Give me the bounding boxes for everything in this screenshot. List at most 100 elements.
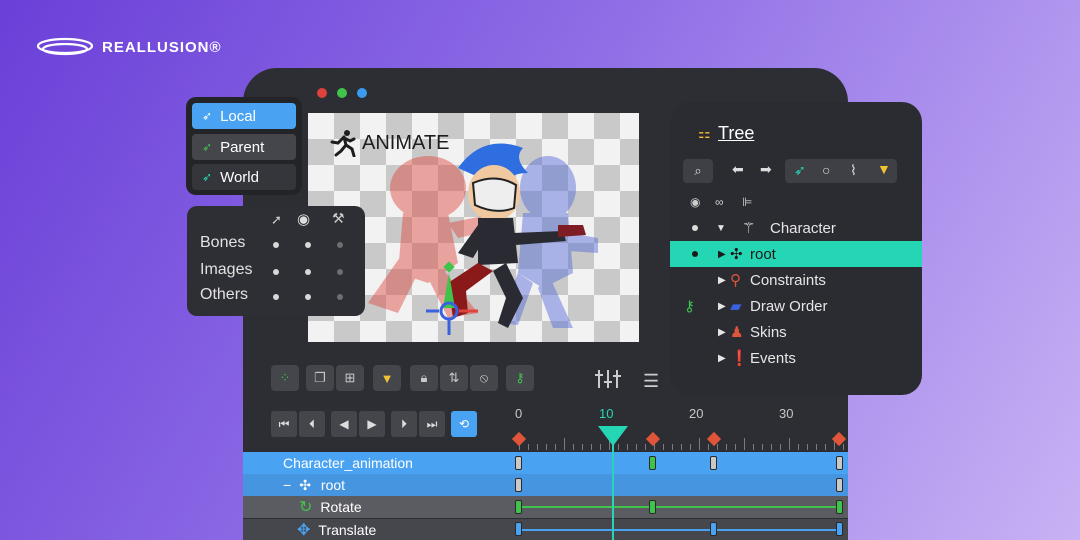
ruler-tick [735, 444, 736, 450]
translate-icon: ✥ [297, 522, 311, 539]
track-keyframe[interactable] [515, 478, 522, 492]
hierarchy-column-icon: ⊫ [742, 195, 753, 209]
visibility-toggle[interactable] [337, 269, 343, 275]
expand-right-icon[interactable]: ▶ [718, 301, 726, 312]
loop-button[interactable]: ⟲ [451, 411, 477, 437]
mute-icon: ⦸ [479, 370, 489, 385]
track-keyframe[interactable] [649, 456, 656, 470]
expand-right-icon[interactable]: ▶ [718, 249, 726, 260]
ruler-tick [825, 444, 826, 450]
track-keyframe[interactable] [515, 522, 522, 536]
search-button[interactable]: ⌕ [683, 159, 713, 183]
ruler-label-0: 0 [515, 406, 523, 421]
skins-icon: ♟ [730, 324, 744, 341]
expand-right-icon[interactable]: ▶ [718, 353, 726, 364]
mute-button[interactable]: ⦸ [470, 365, 498, 391]
ruler-tick [816, 444, 817, 450]
ruler-tick [645, 444, 646, 450]
lock-button[interactable]: 🔒︎ [410, 365, 438, 391]
filter-button[interactable]: ▼ [373, 365, 401, 391]
keyframe-marker[interactable] [706, 431, 722, 447]
mixer-icon[interactable] [595, 370, 621, 393]
expand-right-icon[interactable]: ▶ [718, 327, 726, 338]
playhead-handle[interactable] [598, 426, 628, 446]
ruler-tick [699, 438, 700, 450]
space-world-button[interactable]: ➶ World [192, 164, 296, 190]
visibility-toggle[interactable] [273, 269, 279, 275]
tree-item-draw-order[interactable]: ⚷ ▶ ▰ Draw Order [670, 293, 922, 319]
track-keyframe[interactable] [515, 500, 522, 514]
ruler-tick [681, 444, 682, 450]
visibility-toggle[interactable] [273, 294, 279, 300]
track-keyframe[interactable] [710, 456, 717, 470]
maximize-dot[interactable] [357, 88, 367, 98]
circle-icon[interactable]: ○ [822, 162, 830, 178]
step-forward-icon: ⏵ [400, 416, 407, 431]
track-keyframe[interactable] [836, 522, 843, 536]
visibility-popup: ➚ ◉ ⚒ Bones Images Others [187, 206, 365, 316]
visibility-toggle[interactable] [305, 242, 311, 248]
keyframe-marker[interactable] [511, 431, 527, 447]
play-button[interactable]: ▶ [359, 411, 385, 437]
visibility-toggle[interactable] [305, 269, 311, 275]
ruler-tick [726, 444, 727, 450]
visibility-toggle[interactable] [337, 242, 343, 248]
paste-button[interactable]: ⊞ [336, 365, 364, 391]
track-keyframe[interactable] [515, 456, 522, 470]
track-root[interactable]: − ✣ root [243, 474, 848, 496]
visibility-toggle[interactable] [337, 294, 343, 300]
visible-dot[interactable] [692, 251, 698, 257]
minimize-dot[interactable] [337, 88, 347, 98]
attachment-icon[interactable]: ⌇ [850, 162, 857, 179]
bone-tool-icon: ➶ [202, 170, 213, 184]
tree-panel: ⚏ Tree ⌕ ⬅ ➡ ➶ ○ ⌇ ▼ ◉ ∞ ⊫ ▼ ⚚ Character… [670, 102, 922, 395]
eye-icon: ◉ [297, 211, 311, 228]
menu-icon[interactable]: ☰ [643, 371, 659, 392]
paste-icon: ⊞ [344, 370, 356, 385]
track-keyframe[interactable] [710, 522, 717, 536]
arrow-right-icon[interactable]: ➡ [760, 161, 772, 178]
tree-item-skins[interactable]: ▶ ♟ Skins [670, 319, 922, 345]
copy-button[interactable]: ❐ [306, 365, 334, 391]
bone-select-button[interactable]: ⁘ [271, 365, 299, 391]
track-keyframe[interactable] [649, 500, 656, 514]
visibility-toggle[interactable] [273, 242, 279, 248]
tree-icon: ⚏ [698, 125, 711, 141]
space-parent-button[interactable]: ➶ Parent [192, 134, 296, 160]
funnel-icon[interactable]: ▼ [877, 161, 891, 177]
tree-item-constraints[interactable]: ▶ ⚲ Constraints [670, 267, 922, 293]
ruler-tick [762, 444, 763, 450]
prev-frame-button[interactable]: ⏴ [299, 411, 325, 437]
bones-icon: ⁘ [279, 370, 291, 385]
go-to-start-button[interactable]: ⏮ [271, 411, 297, 437]
visibility-toggle[interactable] [305, 294, 311, 300]
visible-dot[interactable] [692, 225, 698, 231]
loop-toggle-button[interactable]: ⇅ [440, 365, 468, 391]
space-local-button[interactable]: ➶ Local [192, 103, 296, 129]
track-keyframe[interactable] [836, 478, 843, 492]
lock-icon: 🔒︎ [420, 370, 428, 385]
close-dot[interactable] [317, 88, 327, 98]
tree-item-root[interactable]: ▶ ✣ root [670, 241, 922, 267]
expand-right-icon[interactable]: ▶ [718, 275, 726, 286]
tree-item-character[interactable]: ▼ ⚚ Character [670, 215, 922, 241]
track-character-animation[interactable]: Character_animation [243, 452, 848, 474]
tree-item-events[interactable]: ▶ ❗ Events [670, 345, 922, 371]
bone-filter-icon[interactable]: ➶ [794, 162, 806, 179]
ruler-tick [789, 438, 790, 450]
key-button[interactable]: ⚷ [506, 365, 534, 391]
ruler-tick [528, 444, 529, 450]
track-keyframe[interactable] [836, 456, 843, 470]
tree-title[interactable]: Tree [718, 123, 754, 144]
expand-down-icon[interactable]: ▼ [716, 223, 726, 234]
arrow-left-icon[interactable]: ⬅ [732, 161, 744, 178]
next-frame-button[interactable]: ⏵ [391, 411, 417, 437]
track-keyframe[interactable] [836, 500, 843, 514]
play-reverse-button[interactable]: ◀ [331, 411, 357, 437]
key-icon[interactable]: ⚷ [684, 297, 695, 315]
keyframe-marker[interactable] [645, 431, 661, 447]
figure-icon: ⚚ [742, 220, 756, 237]
ruler-tick [573, 444, 574, 450]
go-to-end-button[interactable]: ⏭ [419, 411, 445, 437]
collapse-icon[interactable]: − [283, 477, 291, 493]
